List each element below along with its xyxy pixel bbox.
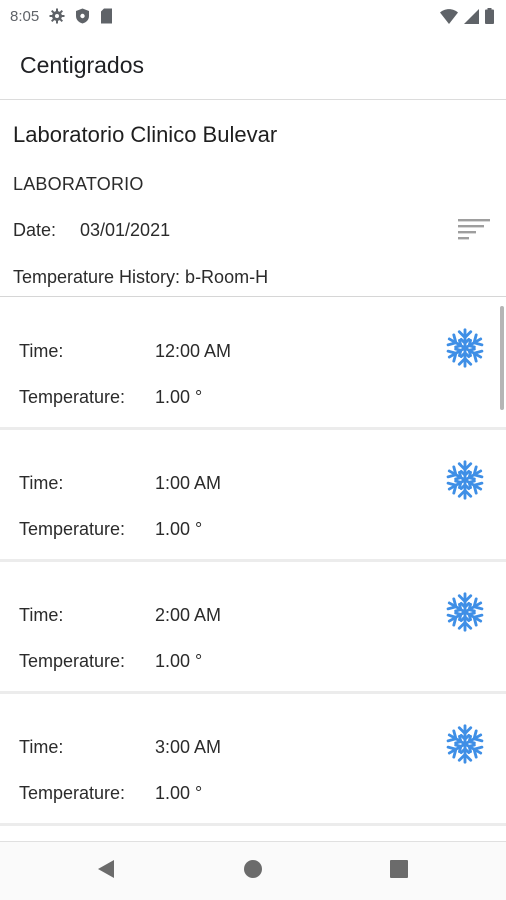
signal-icon (464, 8, 479, 24)
time-row: Time: 3:00 AM (19, 737, 221, 758)
time-value: 2:00 AM (155, 605, 222, 625)
snowflake-icon (444, 591, 486, 633)
shield-icon (75, 8, 90, 24)
temperature-label: Temperature: (19, 519, 126, 539)
wifi-icon (440, 8, 458, 24)
status-bar: 8:05 (0, 0, 506, 32)
sort-button[interactable] (452, 213, 496, 247)
temperature-label: Temperature: (19, 387, 126, 407)
temperature-record[interactable]: Time: 12:00 AM Temperature: 1.00 ° (0, 298, 506, 430)
sort-icon (456, 216, 492, 245)
time-label: Time: (19, 737, 64, 757)
temperature-row: Temperature: 1.00 ° (19, 519, 202, 540)
battery-icon (485, 8, 494, 24)
temperature-record[interactable]: Time: 3:00 AM Temperature: 1.00 ° (0, 694, 506, 826)
system-nav-bar (0, 841, 506, 900)
date-value[interactable]: 03/01/2021 (80, 220, 170, 241)
time-row: Time: 12:00 AM (19, 341, 231, 362)
snowflake-icon (444, 327, 486, 369)
time-label: Time: (19, 341, 64, 361)
temperature-record[interactable]: Time: 1:00 AM Temperature: 1.00 ° (0, 430, 506, 562)
status-left: 8:05 (10, 8, 113, 25)
lab-type: LABORATORIO (13, 174, 144, 194)
time-value: 1:00 AM (155, 473, 222, 493)
home-button[interactable] (240, 858, 266, 884)
date-row: Date: 03/01/2021 (13, 220, 170, 241)
temperature-row: Temperature: 1.00 ° (19, 783, 202, 804)
temperature-list[interactable]: Time: 12:00 AM Temperature: 1.00 ° Time:… (0, 298, 506, 841)
snowflake-icon (444, 723, 486, 765)
temperature-history-label: Temperature History: b-Room-H (13, 267, 269, 287)
temperature-label: Temperature: (19, 783, 126, 803)
sd-card-icon (100, 8, 113, 24)
back-button[interactable] (93, 858, 119, 884)
temperature-value: 1.00 ° (155, 387, 203, 407)
scrollbar-thumb[interactable] (500, 306, 504, 410)
back-icon (96, 859, 116, 884)
time-row: Time: 1:00 AM (19, 473, 221, 494)
time-value: 3:00 AM (155, 737, 222, 757)
gear-icon (49, 8, 65, 24)
date-label: Date: (13, 220, 57, 240)
temperature-row: Temperature: 1.00 ° (19, 387, 202, 408)
home-icon (243, 859, 263, 884)
time-label: Time: (19, 605, 64, 625)
time-label: Time: (19, 473, 64, 493)
lab-header: Laboratorio Clinico Bulevar LABORATORIO … (0, 100, 506, 297)
temperature-label: Temperature: (19, 651, 126, 671)
temperature-value: 1.00 ° (155, 519, 203, 539)
status-right (440, 8, 494, 24)
time-row: Time: 2:00 AM (19, 605, 221, 626)
snowflake-icon (444, 459, 486, 501)
temperature-row: Temperature: 1.00 ° (19, 651, 202, 672)
temperature-record[interactable]: Time: 2:00 AM Temperature: 1.00 ° (0, 562, 506, 694)
lab-name: Laboratorio Clinico Bulevar (13, 122, 278, 147)
recents-button[interactable] (386, 858, 412, 884)
app-bar: Centigrados (0, 32, 506, 100)
status-time: 8:05 (10, 7, 40, 25)
time-value: 12:00 AM (155, 341, 232, 361)
recents-icon (389, 859, 409, 884)
temperature-value: 1.00 ° (155, 651, 203, 671)
temperature-value: 1.00 ° (155, 783, 203, 803)
app-title: Centigrados (20, 52, 145, 78)
